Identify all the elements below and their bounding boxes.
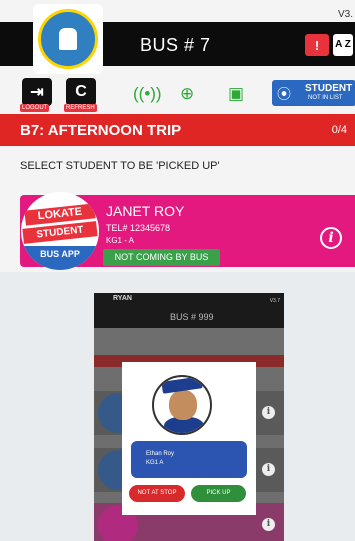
student-tel: TEL# 12345678 xyxy=(106,223,171,233)
p2-info-icon: i xyxy=(262,406,275,419)
phone-icon[interactable]: ▣ xyxy=(228,84,244,104)
refresh-label: REFRESH xyxy=(64,104,97,112)
refresh-button[interactable]: C xyxy=(66,78,96,106)
student-class: KG1 - A xyxy=(106,236,135,245)
student-btn-label: STUDENT xyxy=(305,83,353,94)
trip-name: B7: AFTERNOON TRIP xyxy=(20,122,182,139)
alert-sort-icon[interactable]: ! xyxy=(305,34,329,56)
main-screen: V3. BUS # 7 ! A Z ⇥ LOGOUT C REFRESH ((•… xyxy=(0,0,355,272)
student-not-in-list-button[interactable]: ⦿ STUDENT NOT IN LIST xyxy=(272,80,355,106)
p2-info-icon: i xyxy=(262,463,275,476)
page-title: BUS # 7 xyxy=(140,35,211,55)
info-icon[interactable]: i xyxy=(320,227,342,249)
school-logo xyxy=(33,4,103,74)
version-label: V3. xyxy=(337,9,353,20)
student-photo xyxy=(152,375,212,435)
logout-button[interactable]: ⇥ xyxy=(22,78,52,106)
trip-bar: B7: AFTERNOON TRIP 0/4 xyxy=(0,114,355,146)
signal-icon[interactable]: ((•)) xyxy=(133,84,162,104)
scan-user-icon: ⦿ xyxy=(277,86,291,102)
status-badge: NOT COMING BY BUS xyxy=(103,249,220,266)
lokate-badge: LOKATE STUDENT BUS APP xyxy=(21,192,99,270)
badge-line3: BUS APP xyxy=(21,246,99,270)
p2-version: V3.7 xyxy=(269,298,280,304)
modal-student-info: Ethan Roy KG1 A xyxy=(131,441,247,478)
logout-label: LOGOUT xyxy=(20,104,50,112)
toolbar: ⇥ LOGOUT C REFRESH ((•)) ⊕ ▣ ⦿ STUDENT N… xyxy=(0,66,355,114)
trip-count: 0/4 xyxy=(331,124,347,136)
not-at-stop-button[interactable]: NOT AT STOP xyxy=(129,485,185,502)
pick-up-button[interactable]: PICK UP xyxy=(191,485,246,502)
instruction-text: SELECT STUDENT TO BE 'PICKED UP' xyxy=(20,160,220,172)
locate-icon[interactable]: ⊕ xyxy=(180,84,194,104)
modal-student-class: KG1 A xyxy=(146,460,164,466)
p2-info-icon: i xyxy=(262,518,275,531)
student-btn-sublabel: NOT IN LIST xyxy=(308,95,343,101)
sort-az-icon[interactable]: A Z xyxy=(333,34,353,56)
p2-title: BUS # 999 xyxy=(170,312,214,322)
p2-brand: RYAN xyxy=(113,295,132,302)
student-name: JANET ROY xyxy=(106,203,185,219)
modal-student-name: Ethan Roy xyxy=(146,451,175,457)
